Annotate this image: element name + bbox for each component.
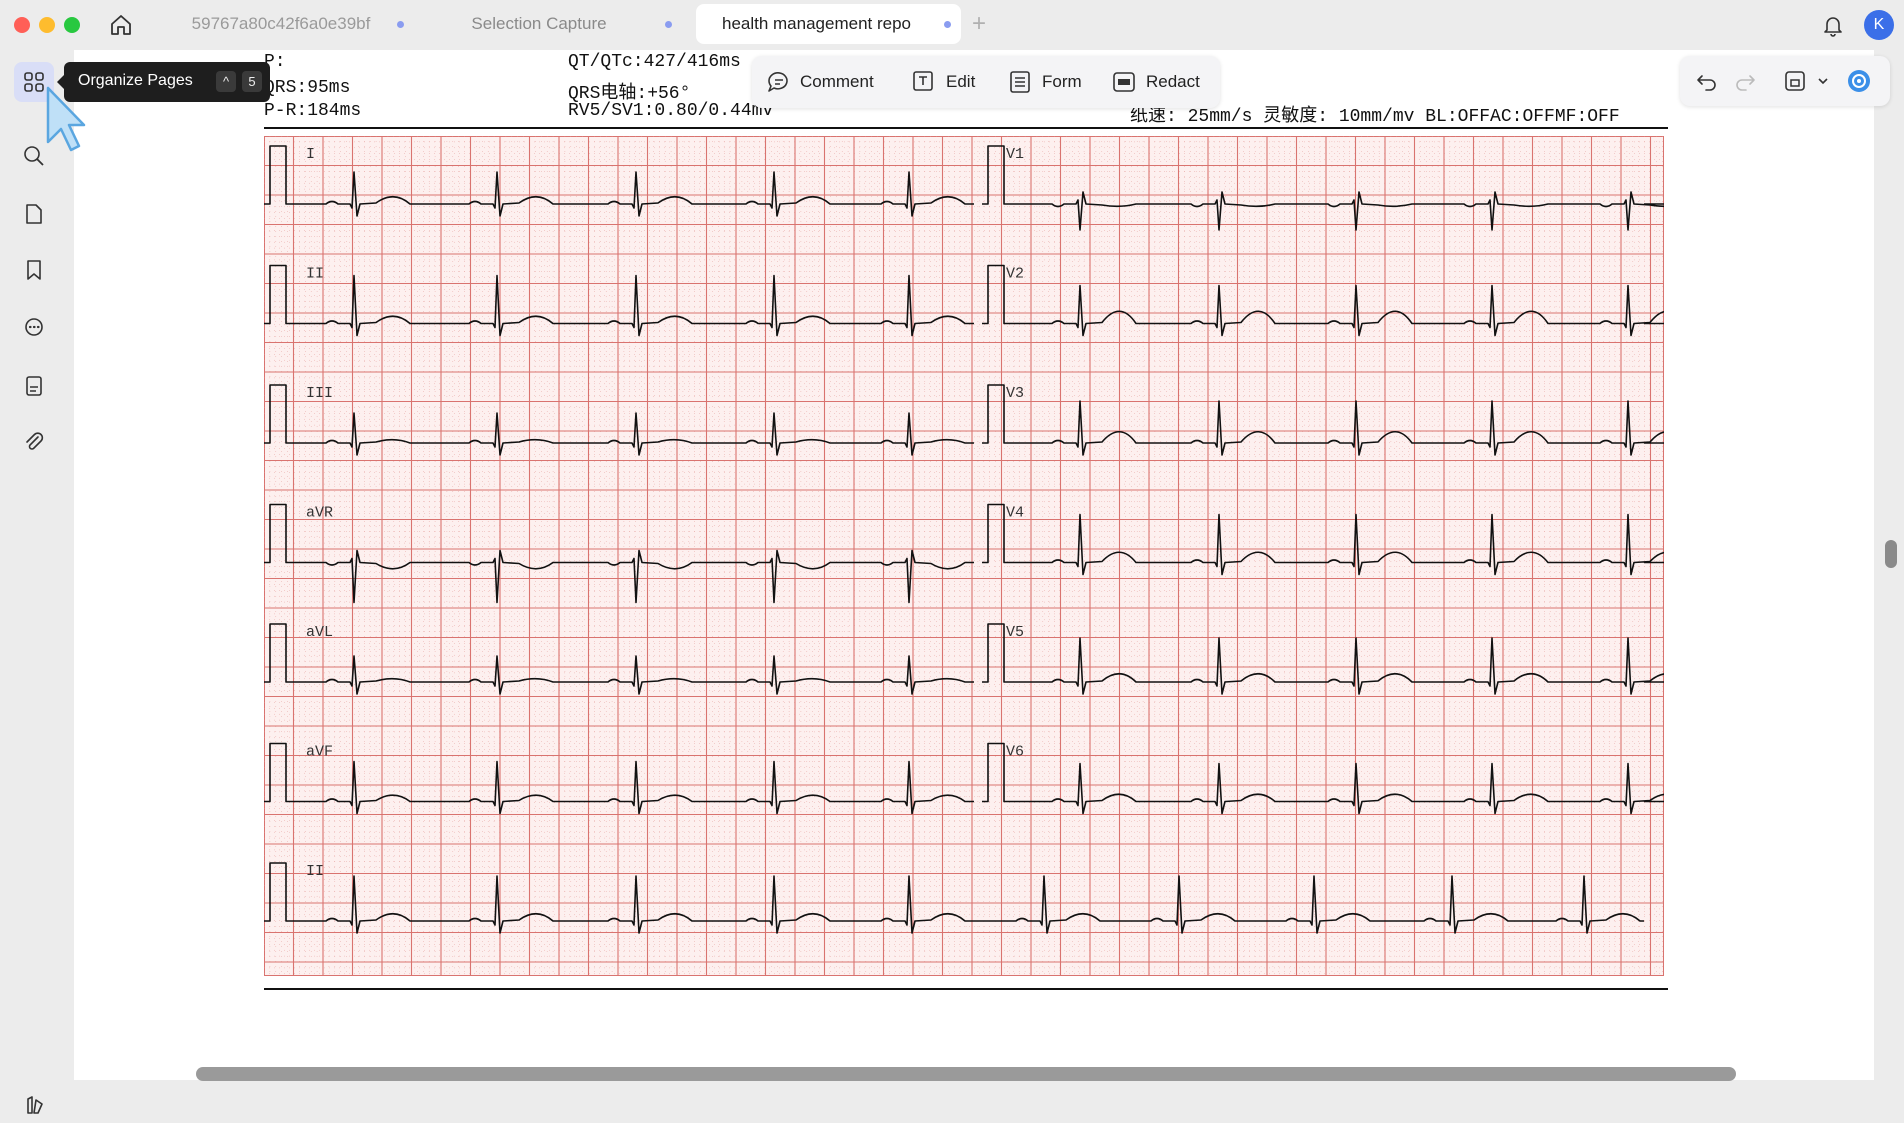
lead-label-right-0: V1 (1006, 146, 1024, 163)
organize-pages-tooltip: Organize Pages ^ 5 (57, 62, 270, 102)
redact-label: Redact (1146, 72, 1200, 91)
horizontal-scrollbar[interactable] (196, 1067, 1736, 1081)
bell-icon[interactable] (1820, 12, 1846, 38)
lead-label-left-0: I (306, 146, 315, 163)
grid-icon (24, 72, 44, 92)
comment-icon[interactable] (14, 308, 54, 348)
title-bar: 59767a80c42f6a0e39bf Selection Capture h… (0, 0, 1904, 50)
lead-label-left-4: aVL (306, 624, 333, 641)
lead-label-left-6: II (306, 863, 324, 880)
zoom-window-button[interactable] (64, 17, 80, 33)
lead-label-left-5: aVF (306, 744, 333, 761)
form-label: Form (1042, 72, 1082, 91)
tab-dot-icon (944, 21, 951, 28)
lead-label-left-2: III (306, 385, 333, 402)
comment-label: Comment (800, 72, 874, 91)
form-icon (1010, 71, 1030, 93)
close-window-button[interactable] (14, 17, 30, 33)
mouse-cursor-icon (46, 86, 86, 152)
redact-button[interactable]: Redact (1112, 56, 1212, 108)
tab-label: Selection Capture (471, 14, 607, 33)
lead-label-right-5: V6 (1006, 744, 1024, 761)
lead-label-left-3: aVR (306, 505, 333, 522)
vertical-scrollbar[interactable] (1885, 540, 1897, 568)
tab-label: 59767a80c42f6a0e39bf (191, 14, 371, 33)
ecg-pr-interval: P-R:184ms (264, 101, 362, 121)
save-icon[interactable] (1780, 66, 1810, 96)
ecg-rv5-sv1: RV5/SV1:0.80/0.44mv (568, 101, 774, 121)
new-tab-button[interactable]: + (972, 10, 986, 38)
top-rule (264, 127, 1668, 129)
home-icon[interactable] (108, 12, 134, 38)
form-button[interactable]: Form (1008, 56, 1088, 108)
edit-text-icon (913, 71, 933, 91)
comment-icon (768, 72, 788, 92)
tab-document-1[interactable]: 59767a80c42f6a0e39bf (172, 4, 414, 44)
tab-selection-capture[interactable]: Selection Capture (420, 4, 682, 44)
attachment-icon[interactable] (14, 422, 54, 462)
page-icon[interactable] (14, 194, 54, 234)
avatar[interactable]: K (1864, 10, 1894, 40)
lead-label-right-1: V2 (1006, 266, 1024, 283)
bookmark-icon[interactable] (14, 250, 54, 290)
tab-health-management-report[interactable]: health management repo (696, 4, 961, 44)
tooltip-label: Organize Pages (78, 72, 193, 89)
edit-label: Edit (946, 72, 976, 91)
lead-label-left-1: II (306, 266, 324, 283)
tab-dot-icon (665, 21, 672, 28)
ai-assistant-icon[interactable] (1844, 66, 1874, 96)
lead-label-right-2: V3 (1006, 385, 1024, 402)
lead-label-right-3: V4 (1006, 505, 1024, 522)
right-toolbar (1680, 56, 1890, 106)
shortcut-key: 5 (242, 71, 262, 92)
redact-icon (1113, 72, 1135, 92)
comment-button[interactable]: Comment (766, 56, 886, 108)
tab-dot-icon (397, 21, 404, 28)
left-sidebar (0, 50, 66, 1114)
sidebar-toggle-icon[interactable] (22, 1092, 48, 1118)
undo-icon[interactable] (1692, 66, 1722, 96)
ecg-qt-qtc: QT/QTc:427/416ms (568, 52, 741, 72)
ecg-qrs-duration: QRS:95ms (264, 78, 351, 98)
ecg-chart: IIIIIIaVRaVLaVFIIV1V2V3V4V5V6 (264, 136, 1664, 976)
bottom-rule (264, 988, 1668, 990)
minimize-window-button[interactable] (39, 17, 55, 33)
lead-label-right-4: V5 (1006, 624, 1024, 641)
shortcut-mod-key: ^ (216, 71, 236, 92)
redo-icon[interactable] (1730, 66, 1760, 96)
document-icon[interactable] (14, 366, 54, 406)
edit-toolbar: Comment Edit Form Redact (752, 56, 1220, 108)
tab-label: health management repo (721, 14, 912, 33)
chevron-down-icon[interactable] (1808, 66, 1838, 96)
edit-button[interactable]: Edit (912, 56, 992, 108)
